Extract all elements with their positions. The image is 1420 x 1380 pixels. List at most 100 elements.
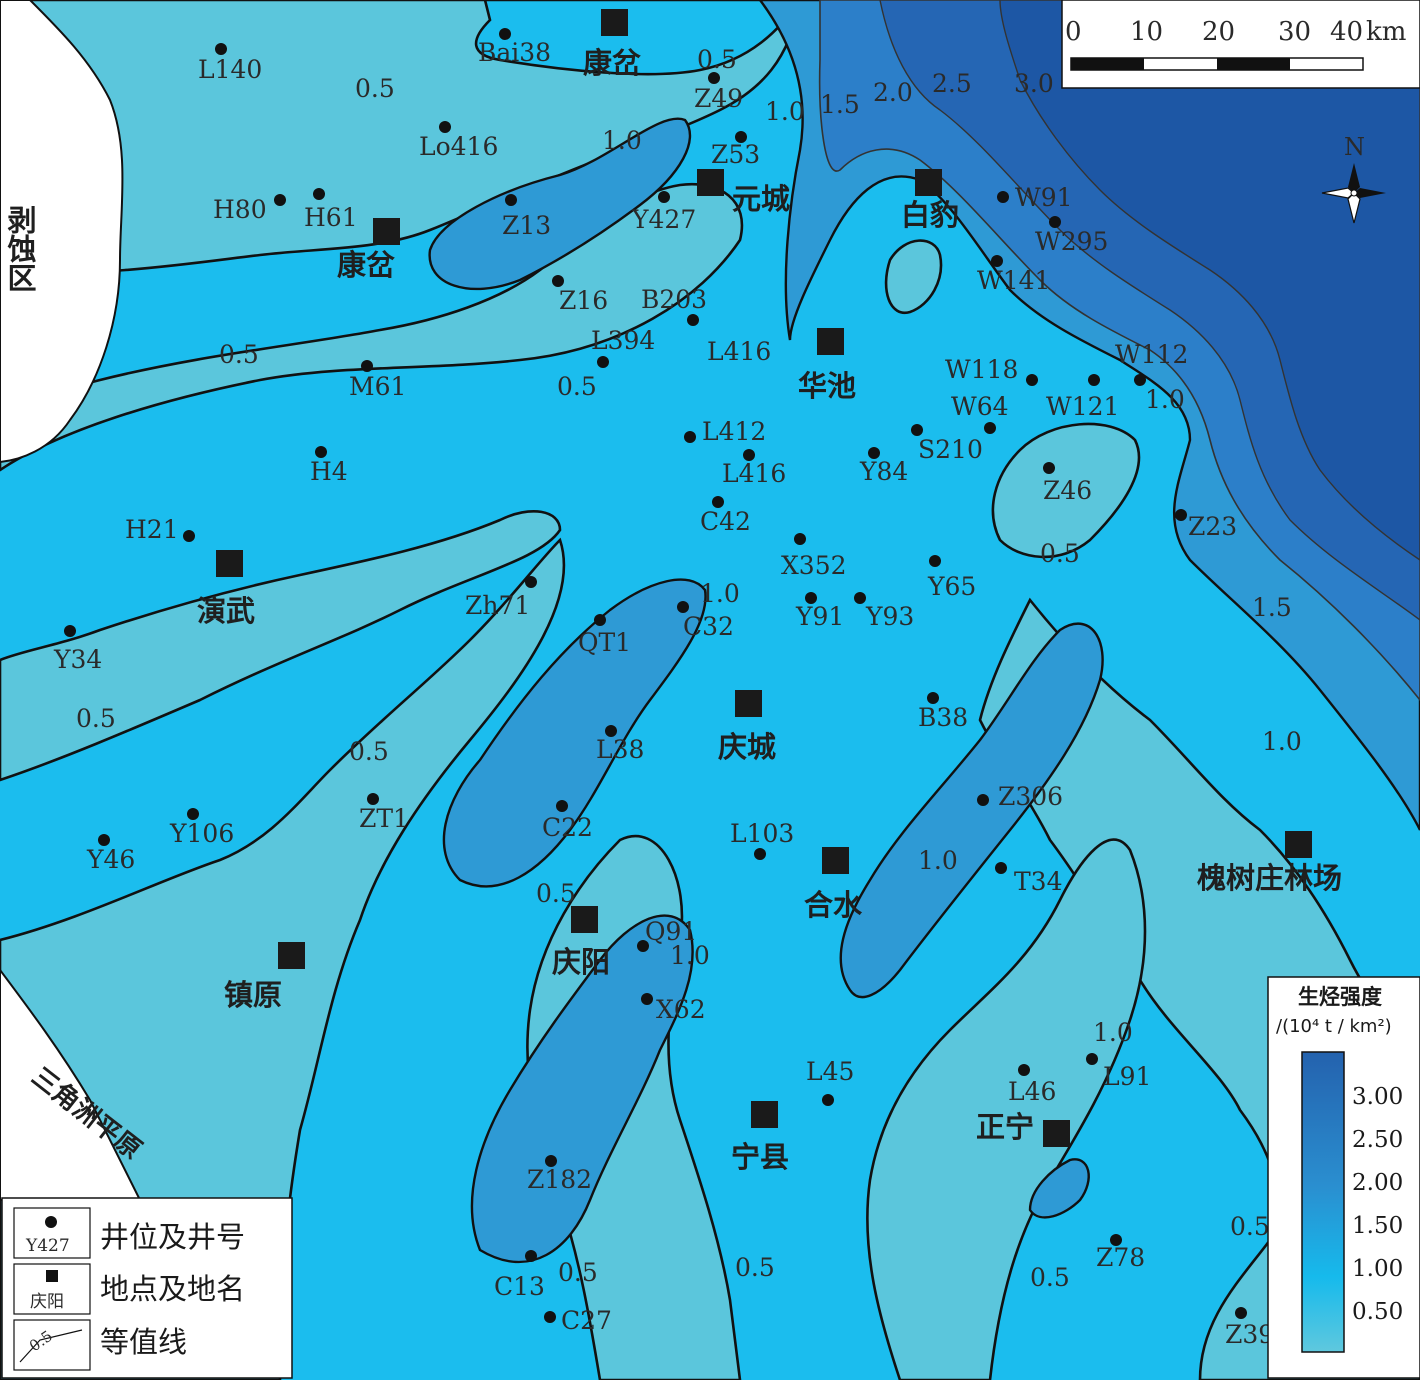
well-label: B38 xyxy=(918,703,968,732)
well-dot xyxy=(754,848,766,860)
map-canvas: 0.5 0.5 1.0 1.0 1.5 2.0 2.5 3.0 0.5 0.5 … xyxy=(0,0,1420,1380)
well-label: L91 xyxy=(1103,1062,1151,1091)
contour-label: 3.0 xyxy=(1014,69,1054,98)
place-marker xyxy=(216,550,243,577)
colorbar-title: 生烃强度 xyxy=(1298,985,1382,1009)
well-dot xyxy=(525,576,537,588)
contour-label: 1.0 xyxy=(700,579,740,608)
scale-tick-label: 0 xyxy=(1065,17,1082,47)
contour-label: 0.5 xyxy=(536,879,576,908)
place-marker xyxy=(373,218,400,245)
well-label: L45 xyxy=(806,1057,854,1086)
legend-label-well: 井位及井号 xyxy=(100,1220,245,1254)
contour-label: 0.5 xyxy=(219,340,259,369)
place-marker xyxy=(751,1101,778,1128)
scale-tick-label: 40 xyxy=(1330,17,1363,47)
place-label: 正宁 xyxy=(976,1110,1034,1144)
place-marker xyxy=(601,9,628,36)
well-label: Lo416 xyxy=(419,132,498,161)
well-label: QT1 xyxy=(578,628,631,657)
well-label: H21 xyxy=(125,515,179,544)
contour-label: 2.0 xyxy=(873,78,913,107)
well-dot xyxy=(1175,509,1187,521)
well-label: Z46 xyxy=(1043,476,1092,505)
well-label: L416 xyxy=(707,337,771,366)
well-dot xyxy=(525,1250,537,1262)
legend: Y427 井位及井号 庆阳 地点及地名 0.5 等值线 xyxy=(1,1197,293,1379)
place-marker xyxy=(571,906,598,933)
well-label: Z306 xyxy=(998,782,1063,811)
place-label: 合水 xyxy=(804,888,863,922)
contour-label: 0.5 xyxy=(1230,1212,1270,1241)
place-marker xyxy=(278,942,305,969)
contour-label: 2.5 xyxy=(932,69,972,98)
well-dot xyxy=(687,314,699,326)
well-label: C13 xyxy=(494,1272,545,1301)
well-dot xyxy=(544,1311,556,1323)
well-label: B203 xyxy=(641,285,707,314)
well-label: W141 xyxy=(977,266,1050,295)
contour-label: 1.5 xyxy=(1252,593,1292,622)
well-label: Z16 xyxy=(559,286,608,315)
well-label: Z23 xyxy=(1188,512,1237,541)
place-label: 白豹 xyxy=(901,198,959,232)
place-label: 镇原 xyxy=(224,978,282,1012)
colorbar-tick: 1.00 xyxy=(1352,1256,1403,1282)
well-label: Y84 xyxy=(859,457,908,486)
well-dot xyxy=(597,356,609,368)
well-label: X352 xyxy=(781,551,847,580)
well-dot xyxy=(274,194,286,206)
colorbar: 生烃强度 /(10⁴ t / km²) 3.00 2.50 2.00 1.50 … xyxy=(1267,976,1420,1379)
contour-label: 0.5 xyxy=(355,74,395,103)
contour-label: 1.0 xyxy=(1262,727,1302,756)
well-label: L46 xyxy=(1008,1077,1056,1106)
well-dot xyxy=(854,592,866,604)
well-label: Z53 xyxy=(711,140,760,169)
well-dot xyxy=(556,800,568,812)
colorbar-tick: 2.00 xyxy=(1352,1170,1403,1196)
well-label: L412 xyxy=(702,417,766,446)
well-label: X62 xyxy=(656,995,706,1024)
well-label: Y427 xyxy=(631,205,696,234)
contour-label: 1.5 xyxy=(820,90,860,119)
place-marker xyxy=(1043,1120,1070,1147)
well-dot xyxy=(361,360,373,372)
well-dot xyxy=(794,533,806,545)
colorbar-tick: 1.50 xyxy=(1352,1213,1403,1239)
well-dot xyxy=(1235,1307,1247,1319)
well-label: L103 xyxy=(730,819,794,848)
place-label: 康岔 xyxy=(583,46,641,80)
well-label: Y65 xyxy=(927,572,976,601)
place-marker xyxy=(817,328,844,355)
well-label: Z49 xyxy=(694,84,743,113)
place-label: 演武 xyxy=(197,594,255,628)
well-label: Z78 xyxy=(1096,1243,1145,1272)
place-marker xyxy=(1285,831,1312,858)
contour-label: 1.0 xyxy=(765,97,805,126)
place-label: 庆阳 xyxy=(552,945,610,979)
well-label: Y34 xyxy=(53,645,102,674)
well-label: C32 xyxy=(683,612,734,641)
place-label: 华池 xyxy=(798,369,856,403)
place-label: 康岔 xyxy=(337,248,395,282)
well-label: L140 xyxy=(198,55,262,84)
well-dot xyxy=(1086,1053,1098,1065)
place-label: 槐树庄林场 xyxy=(1197,861,1342,895)
well-label: Z13 xyxy=(502,211,551,240)
legend-sample-place: 庆阳 xyxy=(30,1292,64,1312)
well-label: H80 xyxy=(213,195,267,224)
well-dot xyxy=(997,191,1009,203)
well-label: C27 xyxy=(561,1306,612,1335)
contour-label: 1.0 xyxy=(918,846,958,875)
contour-label: 0.5 xyxy=(558,1258,598,1287)
contour-label: 0.5 xyxy=(1040,539,1080,568)
well-dot xyxy=(313,188,325,200)
legend-label-contour: 等值线 xyxy=(100,1325,187,1359)
scale-bar: 0 10 20 30 40 km xyxy=(1061,0,1420,89)
well-dot xyxy=(929,555,941,567)
well-label: Y106 xyxy=(169,819,234,848)
scale-tick-label: 10 xyxy=(1130,17,1163,47)
well-label: L38 xyxy=(596,735,644,764)
well-label: S210 xyxy=(918,435,983,464)
well-dot xyxy=(1134,374,1146,386)
